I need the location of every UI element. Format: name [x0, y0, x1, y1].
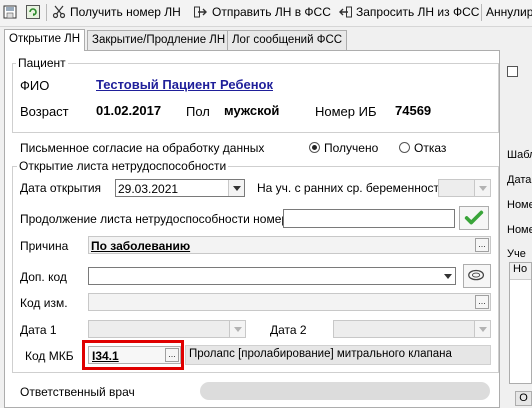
send-ln-button[interactable]: Отправить ЛН в ФСС	[194, 3, 331, 22]
arrow-left-icon	[339, 6, 352, 18]
chevron-down-icon	[474, 180, 490, 196]
pregnancy-label: На уч. с ранних ср. беременности	[257, 181, 446, 195]
tab-bar: Открытие ЛН Закрытие/Продление ЛН Лог со…	[0, 29, 532, 51]
annul-button[interactable]: Аннулир	[486, 3, 532, 22]
consent-yes-radio[interactable]	[309, 142, 320, 153]
age-value: 01.02.2017	[96, 103, 162, 118]
check-button[interactable]	[459, 206, 489, 230]
consent-yes-label: Получено	[324, 141, 379, 155]
reason-value: По заболеванию	[91, 239, 191, 253]
mkb-description: Пролапс [пролабирование] митрального кла…	[189, 348, 452, 360]
right-list-header: Но	[510, 263, 531, 280]
right-ok-button[interactable]: О	[515, 391, 532, 406]
eraser-button[interactable]	[463, 264, 491, 288]
consent-no-radio[interactable]	[399, 142, 410, 153]
kod-izm-label: Код изм.	[20, 296, 68, 310]
ellipsis-button[interactable]: ...	[475, 295, 489, 309]
patient-group	[12, 63, 499, 133]
right-nome1-label: Номе	[507, 199, 532, 211]
ellipsis-button[interactable]: ...	[475, 238, 489, 252]
date2-picker[interactable]	[333, 320, 491, 338]
age-label: Возраст	[20, 104, 69, 119]
fio-label: ФИО	[20, 78, 50, 93]
sex-value: мужской	[224, 103, 280, 118]
ib-label: Номер ИБ	[315, 104, 377, 119]
ib-value: 74569	[395, 103, 432, 118]
continuation-input[interactable]	[283, 209, 455, 228]
reason-field[interactable]: По заболеванию ...	[88, 236, 491, 254]
continuation-label: Продолжение листа нетрудоспособности ном…	[20, 212, 289, 226]
chevron-down-icon	[229, 321, 245, 337]
dop-kod-select[interactable]	[88, 267, 456, 285]
open-date-label: Дата открытия	[20, 181, 102, 195]
chevron-down-icon	[474, 321, 490, 337]
open-date-value: 29.03.2021	[118, 182, 179, 196]
chevron-down-icon	[440, 268, 455, 284]
opening-legend: Открытие листа нетрудоспособности	[17, 159, 229, 173]
get-ln-button[interactable]: Получить номер ЛН	[52, 3, 181, 22]
dop-kod-label: Доп. код	[20, 270, 67, 284]
date1-label: Дата 1	[20, 323, 57, 337]
scissors-icon	[52, 5, 66, 19]
fio-value[interactable]: Тестовый Пациент Ребенок	[96, 77, 273, 92]
date1-picker[interactable]	[88, 320, 246, 338]
send-ln-label: Отправить ЛН в ФСС	[212, 5, 331, 19]
chevron-down-icon[interactable]	[228, 180, 244, 196]
save-icon[interactable]	[3, 3, 21, 22]
doctor-label: Ответственный врач	[20, 385, 135, 399]
get-ln-label: Получить номер ЛН	[70, 5, 181, 19]
kod-izm-field[interactable]: ...	[88, 293, 491, 311]
consent-no-label: Отказ	[414, 141, 447, 155]
date2-label: Дата 2	[270, 323, 307, 337]
right-shabl-label: Шабл	[507, 149, 532, 161]
annul-label: Аннулир	[486, 5, 532, 19]
mkb-label: Код МКБ	[25, 349, 74, 363]
mkb-description-field: Пролапс [пролабирование] митрального кла…	[185, 345, 491, 365]
right-date-label: Дата	[507, 174, 532, 186]
doctor-field[interactable]	[200, 382, 490, 400]
pregnancy-select[interactable]	[438, 179, 491, 197]
tab-opening[interactable]: Открытие ЛН	[4, 29, 86, 51]
consent-label: Письменное согласие на обработку данных	[20, 141, 265, 155]
toolbar: Получить номер ЛН Отправить ЛН в ФСС Зап…	[0, 0, 532, 27]
request-ln-label: Запросить ЛН из ФСС	[356, 5, 480, 19]
arrow-right-icon	[194, 6, 207, 18]
mkb-highlight-box	[82, 340, 184, 370]
refresh-icon[interactable]	[26, 3, 44, 22]
opening-panel: Пациент ФИО Тестовый Пациент Ребенок Воз…	[4, 50, 500, 408]
open-date-picker[interactable]: 29.03.2021	[115, 179, 245, 197]
right-list[interactable]: Но	[509, 262, 532, 384]
request-ln-button[interactable]: Запросить ЛН из ФСС	[338, 3, 479, 22]
right-checkbox[interactable]	[507, 66, 518, 77]
right-nome2-label: Номе	[507, 224, 532, 236]
patient-legend: Пациент	[16, 56, 68, 70]
checkmark-icon	[464, 210, 484, 225]
tab-closing[interactable]: Закрытие/Продление ЛН	[87, 30, 231, 50]
sex-label: Пол	[186, 104, 210, 119]
reason-label: Причина	[20, 239, 69, 253]
tab-fss-log[interactable]: Лог сообщений ФСС	[227, 30, 348, 50]
eraser-icon	[468, 269, 485, 281]
right-uche-label: Уче	[507, 248, 526, 260]
